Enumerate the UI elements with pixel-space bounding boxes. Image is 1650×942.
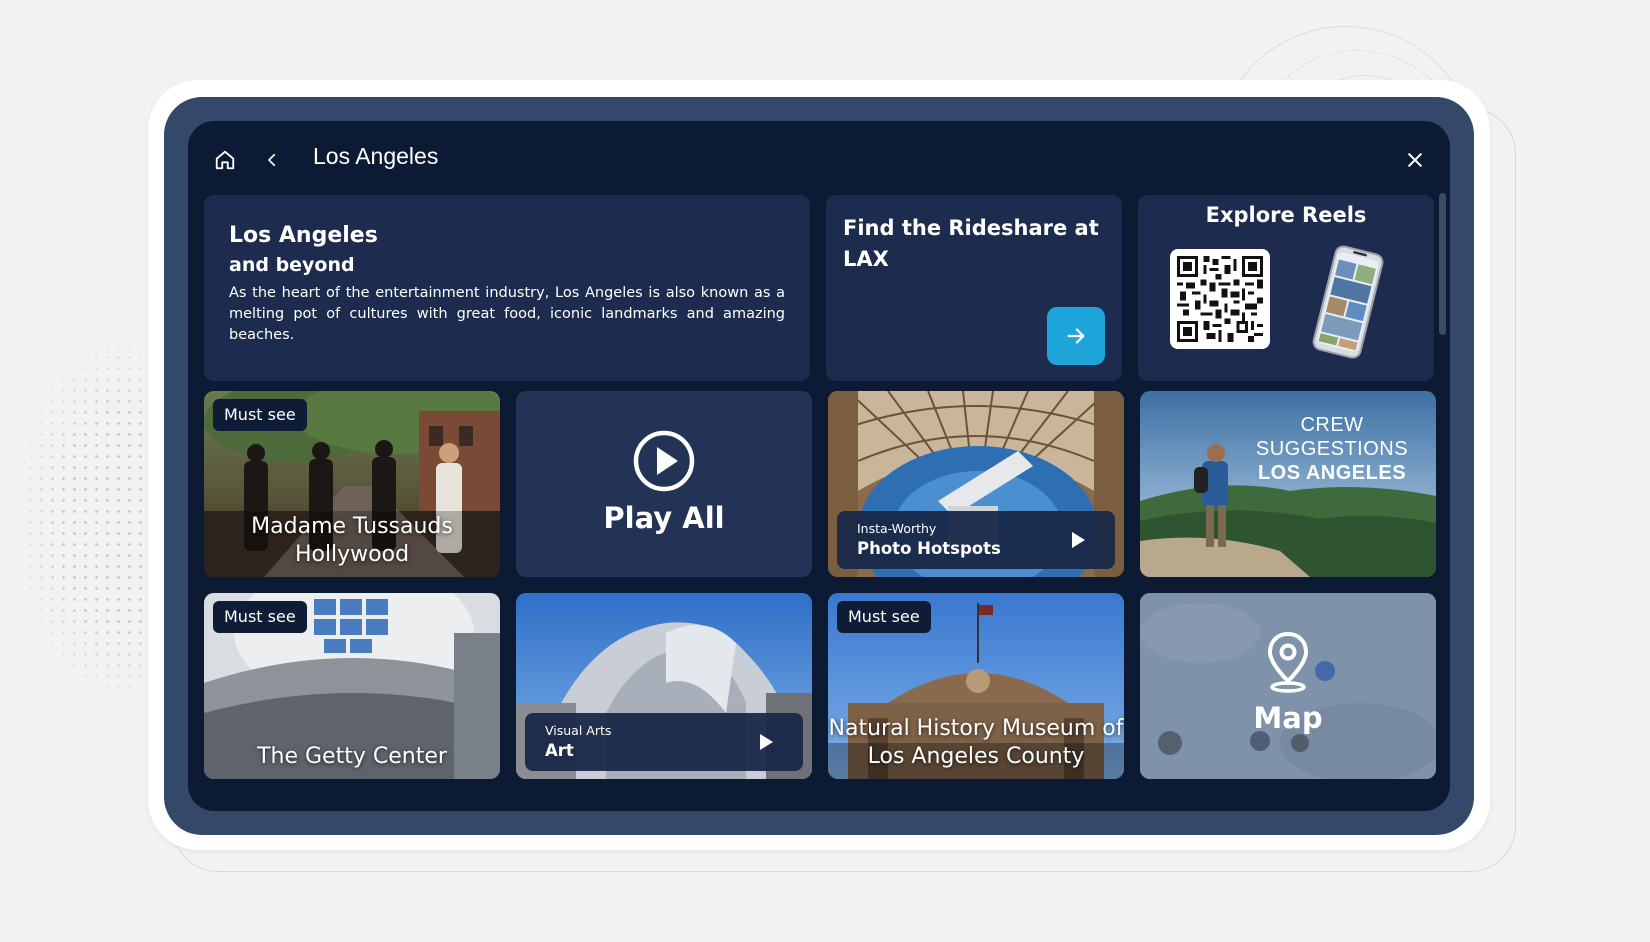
phone-preview-icon bbox=[1308, 243, 1388, 361]
intro-description: As the heart of the entertainment indust… bbox=[229, 285, 785, 343]
photo-hotspots-bar[interactable]: Insta-Worthy Photo Hotspots bbox=[837, 511, 1115, 569]
map-tile[interactable]: Map bbox=[1140, 593, 1436, 779]
explore-reels-card[interactable]: Explore Reels bbox=[1138, 195, 1434, 381]
play-icon[interactable] bbox=[1072, 532, 1085, 548]
intro-subtitle: and beyond bbox=[229, 254, 355, 276]
tile-getty-center[interactable]: Must see The Getty Center bbox=[204, 593, 500, 779]
map-label: Map bbox=[1253, 701, 1323, 735]
play-all-tile[interactable]: Play All bbox=[516, 391, 812, 577]
rideshare-card[interactable]: Find the Rideshare at LAX bbox=[826, 195, 1122, 381]
category-title: Photo Hotspots bbox=[857, 539, 1001, 558]
tile-natural-history-museum[interactable]: Must see Natural History Museum of Los A… bbox=[828, 593, 1124, 779]
crew-suggestions-text: CREW SUGGESTIONS LOS ANGELES bbox=[1242, 413, 1422, 485]
play-icon[interactable] bbox=[760, 734, 773, 750]
page-title: Los Angeles bbox=[313, 143, 439, 169]
tile-art[interactable]: Visual Arts Art bbox=[516, 593, 812, 779]
category-label: Insta-Worthy bbox=[857, 521, 937, 536]
must-see-badge: Must see bbox=[837, 601, 931, 633]
arrow-right-icon bbox=[1067, 328, 1085, 344]
tile-crew-suggestions[interactable]: CREW SUGGESTIONS LOS ANGELES bbox=[1140, 391, 1436, 577]
intro-title: Los Angeles bbox=[229, 223, 378, 248]
tile-caption: Madame Tussauds Hollywood bbox=[251, 514, 453, 567]
must-see-badge: Must see bbox=[213, 399, 307, 431]
play-circle-icon bbox=[633, 430, 695, 492]
explore-reels-title: Explore Reels bbox=[1205, 203, 1367, 227]
crew-line-2: SUGGESTIONS bbox=[1255, 438, 1409, 460]
app-screen: Los Angeles Los Angeles and beyond As th… bbox=[188, 121, 1450, 811]
tile-madame-tussauds[interactable]: Must see Madame Tussauds Hollywood bbox=[204, 391, 500, 577]
category-label: Visual Arts bbox=[545, 723, 612, 738]
qr-code-icon bbox=[1170, 249, 1270, 349]
close-icon[interactable] bbox=[1400, 145, 1430, 175]
crew-line-1: CREW bbox=[1300, 414, 1364, 436]
category-title: Art bbox=[545, 741, 574, 760]
tile-caption: Natural History Museum of Los Angeles Co… bbox=[828, 716, 1124, 769]
tile-photo-hotspots[interactable]: Insta-Worthy Photo Hotspots bbox=[828, 391, 1124, 577]
home-icon[interactable] bbox=[210, 145, 240, 175]
art-bar[interactable]: Visual Arts Art bbox=[525, 713, 803, 771]
rideshare-title: Find the Rideshare at LAX bbox=[843, 216, 1099, 271]
crew-line-3: LOS ANGELES bbox=[1257, 462, 1407, 484]
scrollbar[interactable] bbox=[1439, 193, 1446, 335]
intro-card: Los Angeles and beyond As the heart of t… bbox=[204, 195, 810, 381]
map-pin-icon bbox=[1267, 631, 1309, 693]
tile-caption: The Getty Center bbox=[257, 744, 447, 769]
dot-pattern bbox=[14, 330, 164, 710]
chevron-left-icon[interactable] bbox=[257, 145, 287, 175]
play-all-label: Play All bbox=[603, 501, 725, 535]
rideshare-arrow-button[interactable] bbox=[1047, 307, 1105, 365]
must-see-badge: Must see bbox=[213, 601, 307, 633]
